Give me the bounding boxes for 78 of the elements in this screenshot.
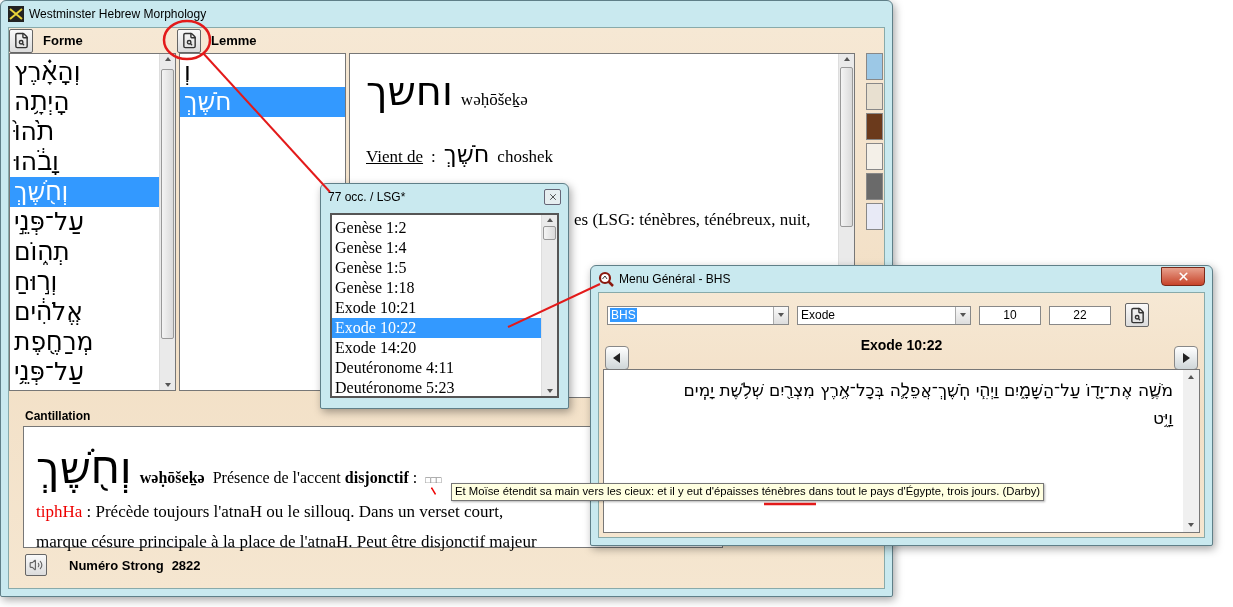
annotation-circle (162, 19, 212, 61)
verse-text-line: מֹשֶׁ֛ה אֶת־יָד֖וֹ עַל־הַשָּׁמָ֑יִם וַיְהִ֧י חֹֽשֶׁךְ־אֲפֵלָ֛ה בְּכָל־אֶ֥רֶץ מִצְרַ֖יִם שְׁלֹ֥שֶׁת יָמִֽים (683, 379, 1173, 402)
form-list-item[interactable]: עַל־פְּנֵ֥י (10, 357, 159, 387)
window-title: Westminster Hebrew Morphology (29, 7, 207, 21)
document-search-icon (1128, 306, 1146, 324)
book-cover-thumbnail[interactable] (865, 173, 883, 200)
section-label: Cantillation (25, 409, 92, 423)
form-list-item[interactable]: וָבֹ֔הוּ (10, 147, 159, 177)
app-logo-icon (8, 6, 24, 22)
form-list-item[interactable]: תֹ֙הוּ֙ (10, 117, 159, 147)
book-cover-thumbnail[interactable] (865, 113, 883, 140)
document-search-icon (180, 32, 198, 49)
accent-presence-text: Présence de l'accent disjonctif : (212, 469, 418, 487)
left-arrow-icon (611, 352, 623, 364)
previous-button[interactable] (605, 346, 629, 370)
occurrence-item[interactable]: Genèse 1:2 (332, 218, 541, 238)
next-button[interactable] (1174, 346, 1198, 370)
scrollbar[interactable] (159, 54, 175, 390)
strong-number-label: Numéro Strong (69, 557, 164, 573)
book-cover-thumbnail[interactable] (865, 143, 883, 170)
accent-description: marque césure principale à la place de l'atnaH. Peut être disjonctif majeur (36, 531, 538, 553)
hebrew-word: וְחֹ֖שֶׁךְ (36, 441, 132, 495)
form-list-item[interactable]: הָיְתָ֥ה (10, 87, 159, 117)
close-button[interactable] (1161, 266, 1205, 286)
scrollbar[interactable] (541, 215, 557, 396)
chapter-field[interactable]: 10 (979, 305, 1041, 325)
origin-link[interactable]: Vient de (366, 147, 424, 167)
origin-transliteration: choshek (497, 147, 554, 167)
occurrence-item[interactable]: Exode 10:21 (332, 298, 541, 318)
window-title: 77 occ. / LSG* (328, 190, 406, 204)
speaker-icon (29, 558, 43, 572)
right-arrow-icon (1180, 352, 1192, 364)
occurrence-item[interactable]: Exode 14:20 (332, 338, 541, 358)
occurrence-item[interactable]: Genèse 1:18 (332, 278, 541, 298)
form-list-item[interactable]: מְרַחֶ֖פֶת (10, 327, 159, 357)
missing-glyphs: □□□ (425, 475, 442, 485)
strong-number: 2822 (171, 557, 201, 573)
column-label: Lemme (211, 33, 257, 48)
form-list-item[interactable]: תְה֑וֹם (10, 237, 159, 267)
definition-text: es (LSG: ténèbres, ténébreux, nuit, (574, 210, 812, 230)
window-title: Menu Général - BHS (619, 272, 731, 286)
origin-word: חֹשֶׁךְ (443, 140, 490, 168)
search-button[interactable] (177, 28, 201, 53)
speaker-button[interactable] (25, 554, 47, 576)
book-cover-thumbnail[interactable] (865, 83, 883, 110)
close-icon (547, 192, 558, 202)
form-list-item[interactable]: וְהָאָ֗רֶץ (10, 57, 159, 87)
search-icon (598, 271, 614, 287)
form-list-item[interactable]: וְר֣וּחַ (10, 267, 159, 297)
book-cover-thumbnail[interactable] (865, 203, 883, 230)
form-list-item[interactable]: אֱלֹהִ֔ים (10, 297, 159, 327)
book-select[interactable]: Exode (797, 305, 971, 325)
transliteration: wəḥōšeḵə (460, 90, 528, 110)
close-icon (1176, 269, 1190, 283)
form-list-item[interactable]: עַל־פְּנֵ֣י (10, 207, 159, 237)
word-heading: וחשך (366, 68, 453, 114)
verse-field[interactable]: 22 (1049, 305, 1111, 325)
verse-text-line: וַיֵּ֥ט (1152, 407, 1173, 430)
scrollbar[interactable] (1183, 370, 1199, 532)
occurrence-item[interactable]: Genèse 1:4 (332, 238, 541, 258)
accent-name: tiphHa (36, 502, 83, 521)
search-button[interactable] (1125, 303, 1149, 327)
occurrence-item[interactable]: Genèse 1:5 (332, 258, 541, 278)
lemma-list-item[interactable]: וְ (180, 57, 345, 87)
occurrence-item[interactable]: Deutéronome 4:11 (332, 358, 541, 378)
translation-tooltip: Et Moïse étendit sa main vers les cieux: et il y eut d'épaisses ténèbres dans tout le pays d'Égypte, trois jours. (Darby) (451, 483, 1045, 501)
occurrence-item[interactable]: Deutéronome 5:23 (332, 378, 541, 398)
verse-reference: Exode 10:22 (860, 337, 943, 353)
annotation-underline (764, 502, 816, 506)
book-cover-thumbnail[interactable] (865, 53, 883, 80)
close-button[interactable] (544, 189, 561, 205)
column-label: Forme (43, 33, 83, 48)
search-button[interactable] (9, 28, 33, 53)
document-search-icon (12, 32, 30, 49)
accent-mark-icon (431, 487, 437, 495)
accent-description: : Précède toujours l'atnaH ou le sillouq. Dans un verset court, (85, 501, 504, 523)
transliteration: wəḥōšeḵə (139, 469, 205, 487)
separator: : (431, 147, 436, 167)
